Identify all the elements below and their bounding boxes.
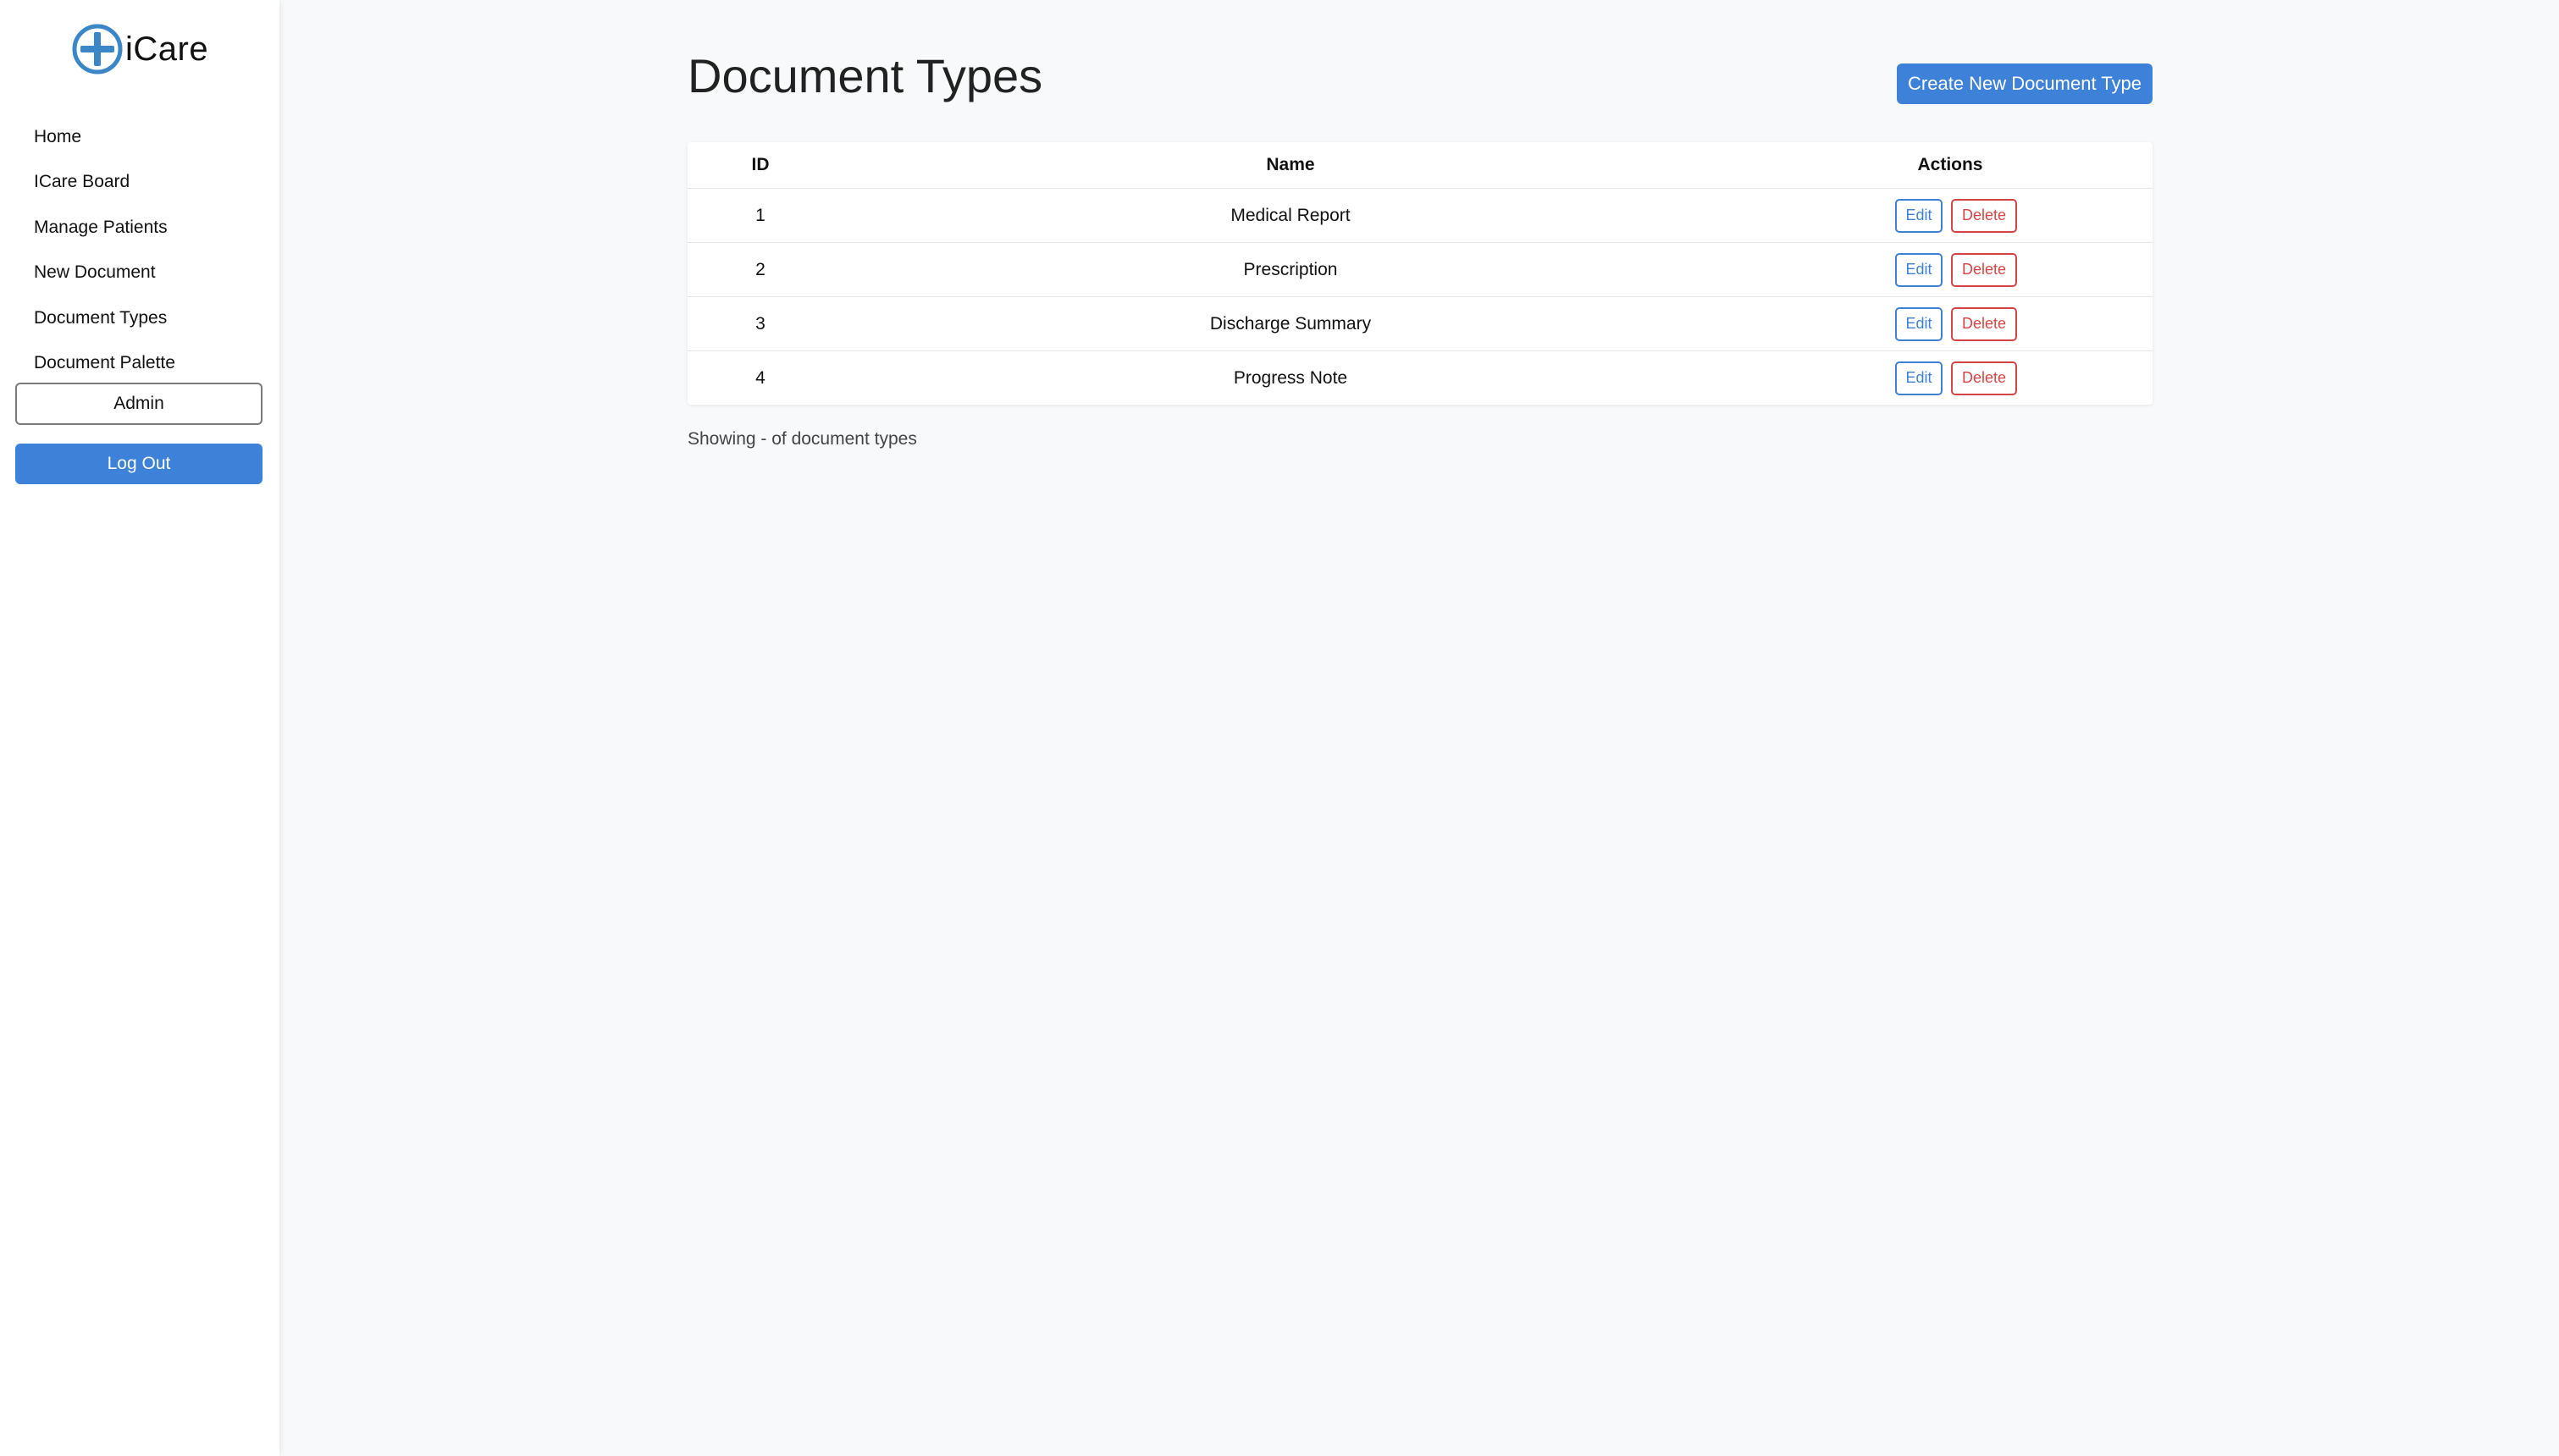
table-row: 4 Progress Note Edit Delete <box>688 350 2153 405</box>
row-name: Progress Note <box>1233 367 1348 388</box>
row-id: 4 <box>755 367 765 388</box>
admin-button[interactable]: Admin <box>15 383 263 425</box>
column-header-name: Name <box>1266 155 1315 174</box>
sidebar-item-home[interactable]: Home <box>0 114 279 159</box>
create-document-type-button[interactable]: Create New Document Type <box>1897 63 2153 104</box>
sidebar-item-document-palette[interactable]: Document Palette <box>0 340 279 385</box>
column-header-id: ID <box>751 155 770 174</box>
sidebar-item-document-types[interactable]: Document Types <box>0 295 279 340</box>
row-id: 1 <box>755 205 765 225</box>
sidebar: iCare Home ICare Board Manage Patients N… <box>0 0 279 1456</box>
delete-button[interactable]: Delete <box>1951 252 2017 287</box>
edit-button[interactable]: Edit <box>1895 198 1943 233</box>
column-header-actions: Actions <box>1917 155 1983 174</box>
page-title: Document Types <box>688 49 1043 102</box>
table-row: 3 Discharge Summary Edit Delete <box>688 296 2153 350</box>
plus-circle-icon <box>71 23 124 75</box>
row-actions: Edit Delete <box>1804 351 2109 405</box>
table-row: 2 Prescription Edit Delete <box>688 242 2153 296</box>
edit-button[interactable]: Edit <box>1895 361 1943 395</box>
document-types-table: ID Name Actions 1 Medical Report Edit De… <box>688 142 2153 405</box>
sidebar-item-icare-board[interactable]: ICare Board <box>0 159 279 204</box>
edit-button[interactable]: Edit <box>1895 306 1943 341</box>
row-id: 3 <box>755 313 765 334</box>
row-actions: Edit Delete <box>1804 243 2109 296</box>
delete-button[interactable]: Delete <box>1951 306 2017 341</box>
table-row: 1 Medical Report Edit Delete <box>688 188 2153 242</box>
app-root: iCare Home ICare Board Manage Patients N… <box>0 0 2559 1456</box>
row-name: Prescription <box>1243 259 1338 279</box>
logo[interactable]: iCare <box>71 22 208 76</box>
logo-text: iCare <box>125 30 209 68</box>
edit-button[interactable]: Edit <box>1895 252 1943 287</box>
row-id: 2 <box>755 259 765 279</box>
sidebar-nav: Home ICare Board Manage Patients New Doc… <box>0 114 279 385</box>
row-actions: Edit Delete <box>1804 297 2109 350</box>
pagination-summary: Showing - of document types <box>688 429 917 449</box>
row-name: Discharge Summary <box>1209 313 1372 334</box>
row-name: Medical Report <box>1230 205 1351 225</box>
sidebar-item-new-document[interactable]: New Document <box>0 250 279 295</box>
row-actions: Edit Delete <box>1804 189 2109 242</box>
table-header-row: ID Name Actions <box>688 142 2153 188</box>
delete-button[interactable]: Delete <box>1951 198 2017 233</box>
delete-button[interactable]: Delete <box>1951 361 2017 395</box>
sidebar-item-manage-patients[interactable]: Manage Patients <box>0 205 279 250</box>
logout-button[interactable]: Log Out <box>15 444 263 484</box>
